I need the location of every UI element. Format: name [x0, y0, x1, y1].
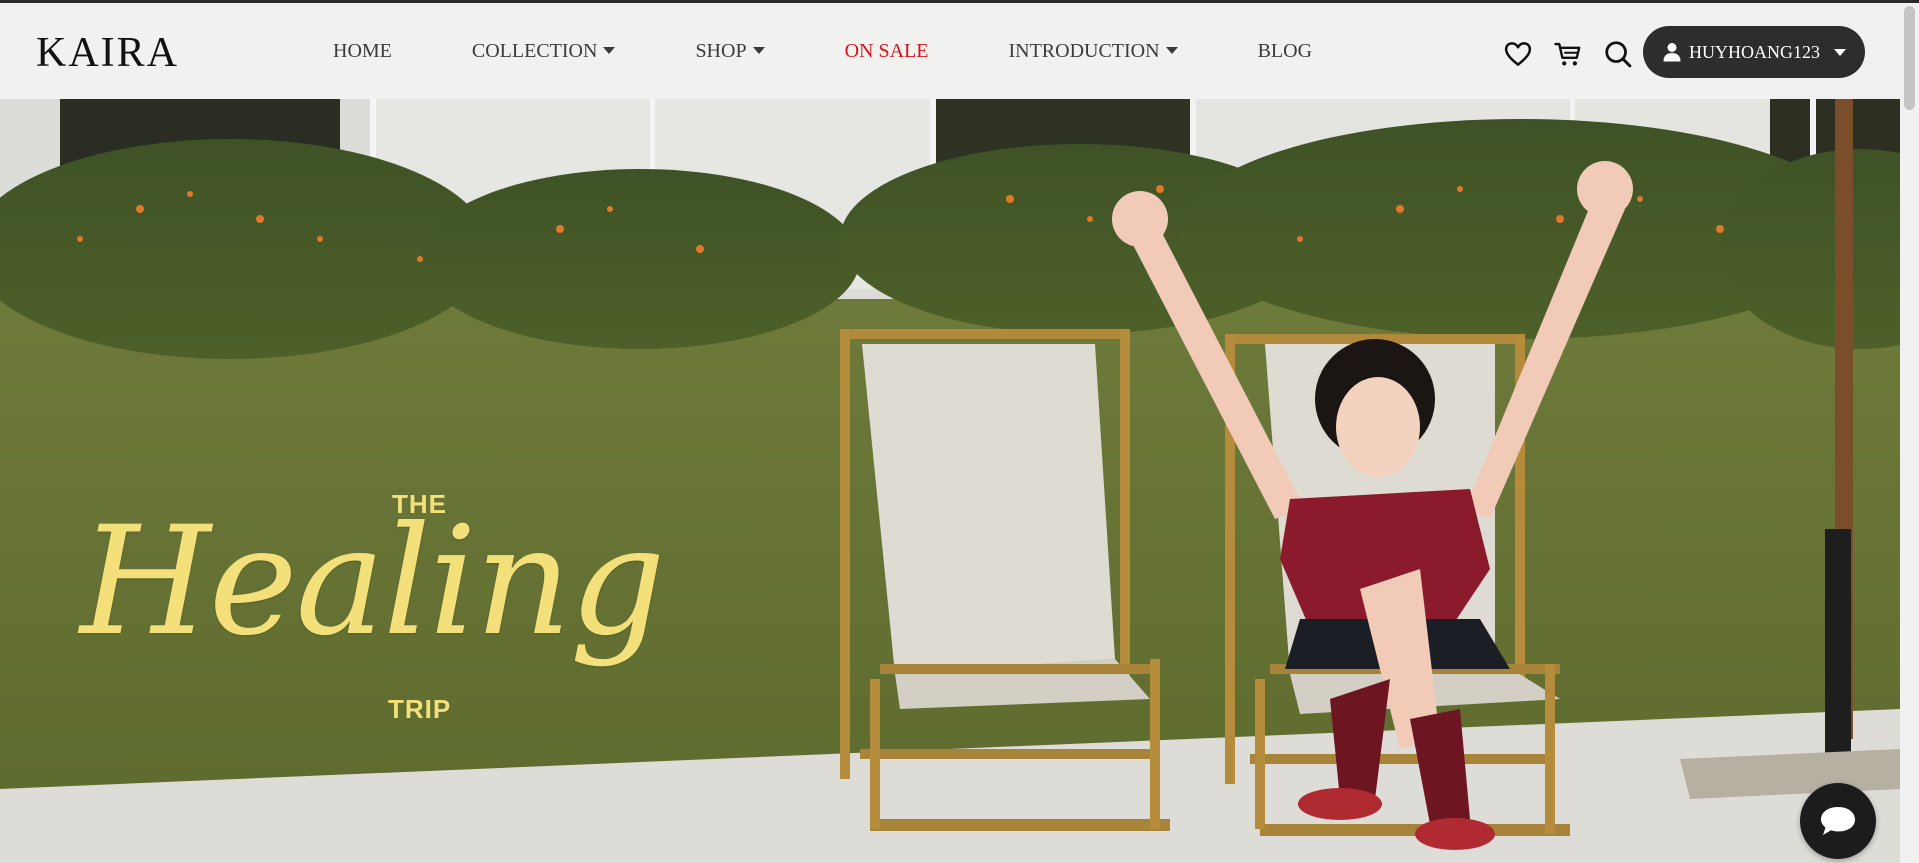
nav-item-label: INTRODUCTION: [1008, 39, 1160, 62]
chevron-down-icon: [603, 46, 616, 54]
hero-headline: THE Healing TRIP: [80, 389, 780, 729]
nav-item-collection[interactable]: COLLECTION: [472, 40, 616, 63]
hero-line-trip: TRIP: [388, 694, 452, 724]
chevron-down-icon: [752, 46, 765, 54]
main-nav: HOME COLLECTION SHOP ON SALE INTRODUCTIO…: [333, 3, 1312, 99]
nav-item-blog[interactable]: BLOG: [1258, 40, 1312, 63]
nav-item-label: SHOP: [695, 39, 747, 62]
nav-item-shop[interactable]: SHOP: [695, 39, 765, 63]
page: KAIRA HOME COLLECTION SHOP ON SALE INTRO…: [0, 0, 1919, 863]
user-icon: [1663, 43, 1681, 62]
chat-button[interactable]: [1800, 783, 1876, 859]
scrollbar-thumb[interactable]: [1904, 6, 1915, 110]
nav-item-label: BLOG: [1257, 39, 1313, 62]
chevron-down-icon: [1834, 48, 1846, 56]
site-header: KAIRA HOME COLLECTION SHOP ON SALE INTRO…: [0, 3, 1900, 99]
chevron-down-icon: [1165, 46, 1178, 54]
page-scrollbar[interactable]: [1900, 3, 1919, 863]
nav-item-on-sale[interactable]: ON SALE: [845, 40, 929, 63]
cart-icon: [1554, 42, 1581, 66]
site-logo[interactable]: KAIRA: [36, 29, 179, 77]
user-menu-button[interactable]: HUYHOANG123: [1643, 26, 1865, 78]
search-icon: [1605, 41, 1632, 68]
hero-banner[interactable]: THE Healing TRIP: [0, 99, 1900, 863]
hero-title: Healing: [80, 495, 666, 669]
search-button[interactable]: [1603, 39, 1633, 69]
nav-item-label: HOME: [333, 39, 392, 62]
username-label: HUYHOANG123: [1689, 41, 1820, 62]
cart-button[interactable]: [1553, 39, 1583, 69]
nav-item-home[interactable]: HOME: [333, 40, 392, 63]
chat-bubble-icon: [1821, 807, 1855, 835]
wishlist-button[interactable]: [1503, 39, 1533, 69]
nav-item-label: ON SALE: [844, 39, 929, 62]
heart-icon: [1504, 42, 1532, 66]
deck-chair-left: [840, 329, 1170, 831]
nav-item-introduction[interactable]: INTRODUCTION: [1008, 39, 1178, 63]
nav-item-label: COLLECTION: [471, 39, 598, 62]
